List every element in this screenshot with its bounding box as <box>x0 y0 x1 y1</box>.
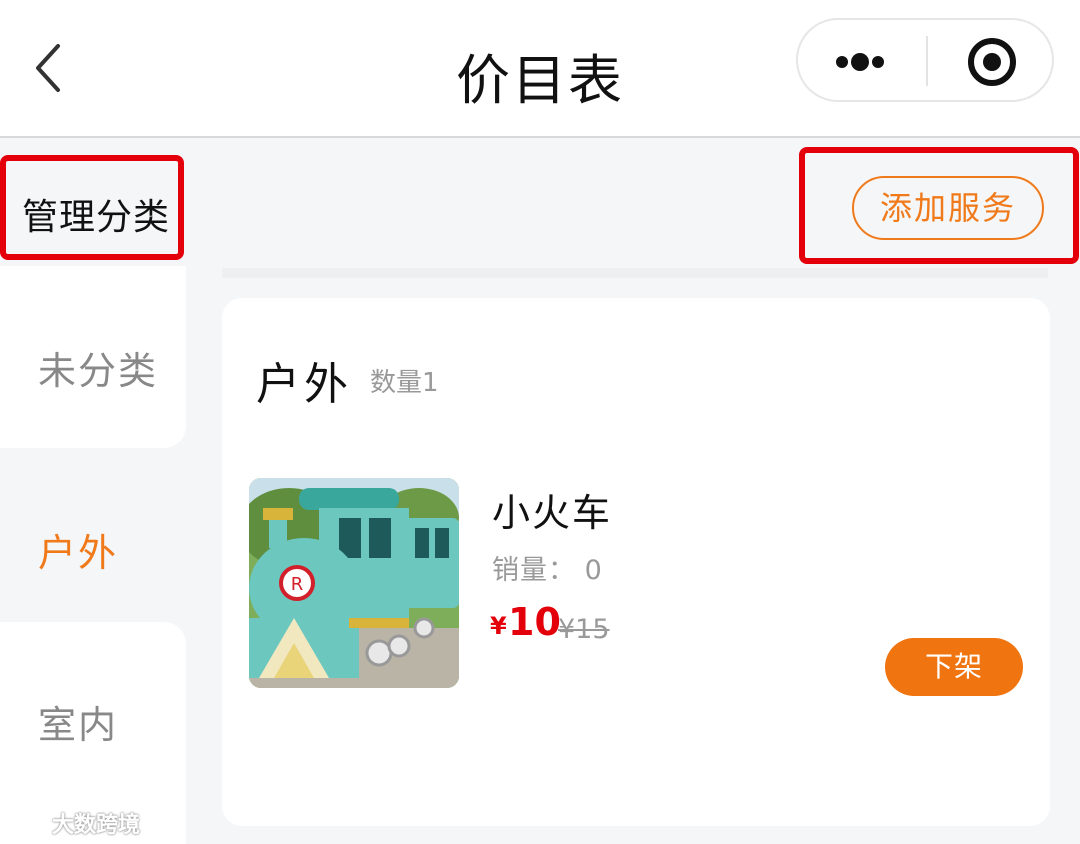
category-card: 户外 数量1 R 小火车 销量： 0 ¥ 10 ¥15 下架 <box>222 298 1050 826</box>
manage-categories-label: 管理分类 <box>22 197 171 238</box>
watermark: 大数跨境 <box>8 808 140 838</box>
add-service-button[interactable]: 添加服务 <box>852 176 1044 240</box>
watermark-text: 大数跨境 <box>52 813 141 838</box>
price-currency: ¥ <box>490 612 507 640</box>
original-price: ¥15 <box>558 614 610 645</box>
take-off-shelf-button[interactable]: 下架 <box>885 638 1023 696</box>
product-image[interactable]: R <box>249 478 459 688</box>
manage-categories-button[interactable]: 管理分类 <box>0 140 186 266</box>
mini-program-capsule <box>796 18 1054 102</box>
close-button[interactable] <box>928 20 1052 100</box>
svg-text:R: R <box>291 574 304 595</box>
sidebar-item-uncategorized[interactable]: 未分类 <box>0 266 186 448</box>
target-circle-icon <box>968 38 1016 86</box>
sidebar-item-label: 户外 <box>38 531 119 575</box>
price: 10 <box>508 600 561 644</box>
sales-value: 0 <box>584 555 602 586</box>
section-title: 户外 <box>256 359 352 410</box>
sidebar-item-label: 室内 <box>38 703 119 747</box>
sidebar-item-label: 未分类 <box>38 349 159 393</box>
product-name: 小火车 <box>492 491 613 535</box>
more-dots-icon <box>836 53 884 71</box>
sales-label: 销量： <box>492 555 576 586</box>
sidebar-item-outdoor[interactable]: 户外 <box>0 448 186 622</box>
toy-train-image: R <box>249 478 459 688</box>
item-count: 数量1 <box>370 368 439 398</box>
sales-count: 销量： 0 <box>492 548 602 587</box>
category-sidebar: 管理分类 未分类 户外 室内 <box>0 140 186 844</box>
nav-bar: 价目表 <box>0 0 1080 138</box>
divider <box>222 268 1048 278</box>
more-button[interactable] <box>798 20 926 100</box>
watermark-logo-icon <box>9 813 47 833</box>
